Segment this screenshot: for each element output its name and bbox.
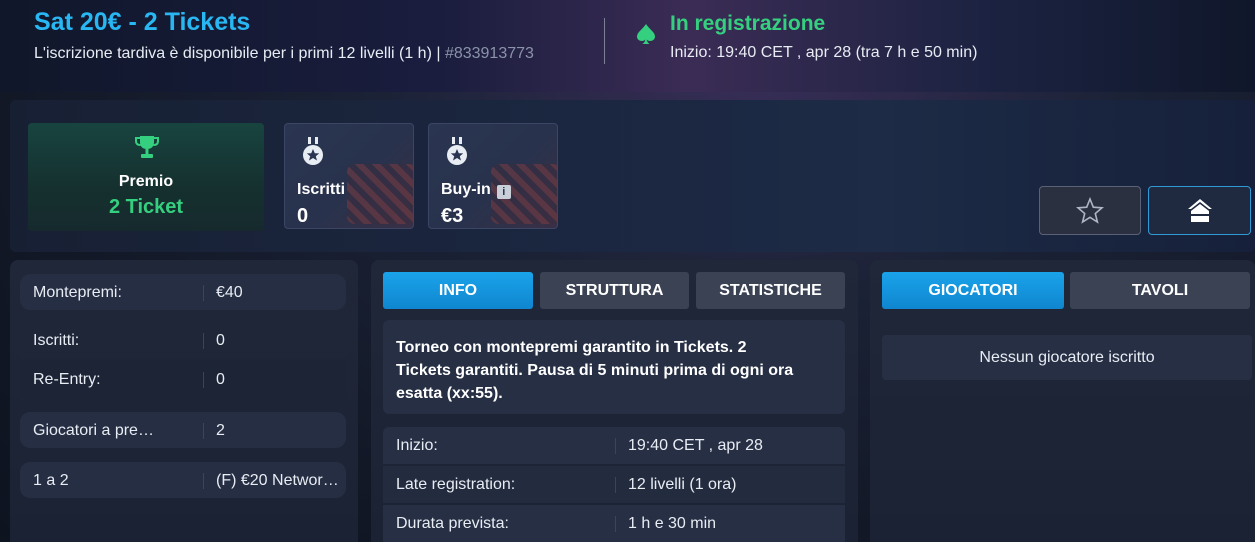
favorite-button[interactable]: [1039, 186, 1141, 235]
prize-label: Premio: [118, 173, 174, 190]
medal-icon: [447, 137, 467, 165]
spade-icon: [637, 24, 655, 44]
tournament-header: Sat 20€ - 2 Tickets L'iscrizione tardiva…: [0, 0, 1255, 92]
info-row: Late registration: 12 livelli (1 ora): [383, 466, 845, 503]
row-separator: [203, 285, 204, 301]
row-separator: [615, 516, 616, 532]
start-time: Inizio: 19:40 CET , apr 28 (tra 7 h e 50…: [670, 44, 978, 61]
card-decoration: [347, 164, 413, 224]
empty-players-message: Nessun giocatore iscritto: [882, 335, 1252, 380]
detail-row: Montepremi: €40: [20, 274, 346, 310]
info-label: Inizio:: [396, 437, 438, 454]
info-row: Inizio: 19:40 CET , apr 28: [383, 427, 845, 464]
tab-info[interactable]: INFO: [383, 272, 533, 309]
detail-value: 0: [216, 371, 225, 388]
detail-row: Iscritti: 0: [20, 322, 346, 358]
medal-icon: [303, 137, 323, 165]
star-icon: [1076, 196, 1104, 224]
tournament-description: Torneo con montepremi garantito in Ticke…: [396, 339, 794, 402]
detail-value: 2: [216, 422, 225, 439]
prize-value: 2 Ticket: [108, 196, 184, 218]
late-registration-text: L'iscrizione tardiva è disponibile per i…: [34, 45, 445, 62]
detail-row: Giocatori a pre… 2: [20, 412, 346, 448]
detail-value: 0: [216, 332, 225, 349]
home-icon: [1187, 198, 1212, 222]
detail-label: Giocatori a pre…: [33, 422, 154, 439]
row-separator: [615, 477, 616, 493]
detail-value: €40: [216, 284, 243, 301]
row-separator: [615, 438, 616, 454]
tournament-title: Sat 20€ - 2 Tickets: [34, 8, 251, 36]
buyin-label: Buy-in i: [441, 181, 511, 199]
registration-status: In registrazione: [670, 12, 826, 35]
info-value: 12 livelli (1 ora): [628, 476, 737, 493]
trophy-icon: [135, 136, 159, 158]
late-registration-note: L'iscrizione tardiva è disponibile per i…: [34, 45, 534, 63]
info-row: Durata prevista: 1 h e 30 min: [383, 505, 845, 542]
prize-position-row: 1 a 2 (F) €20 Networ…: [20, 462, 346, 498]
lobby-home-button[interactable]: [1148, 186, 1251, 235]
header-divider: [604, 18, 605, 64]
buyin-card: Buy-in i €3: [428, 123, 558, 229]
detail-label: Montepremi:: [33, 284, 122, 301]
buyin-value: €3: [441, 205, 464, 227]
description-box: Torneo con montepremi garantito in Ticke…: [383, 320, 845, 414]
info-label: Late registration:: [396, 476, 516, 493]
detail-label: Re-Entry:: [33, 371, 101, 388]
tab-statistiche[interactable]: STATISTICHE: [696, 272, 845, 309]
prize-card: Premio 2 Ticket: [28, 123, 264, 231]
row-separator: [203, 372, 204, 388]
tab-struttura[interactable]: STRUTTURA: [540, 272, 689, 309]
entrants-value: 0: [297, 205, 309, 227]
position-prize: (F) €20 Networ…: [216, 472, 339, 489]
info-value: 19:40 CET , apr 28: [628, 437, 763, 454]
tournament-id: #833913773: [444, 45, 534, 62]
row-separator: [203, 333, 204, 349]
detail-row: Re-Entry: 0: [20, 361, 346, 397]
entrants-label: Iscritti: [297, 181, 346, 198]
buyin-label-text: Buy-in: [441, 181, 491, 198]
info-value: 1 h e 30 min: [628, 515, 717, 532]
tab-tavoli[interactable]: TAVOLI: [1070, 272, 1250, 309]
info-label: Durata prevista:: [396, 515, 509, 532]
position-range: 1 a 2: [33, 472, 69, 489]
row-separator: [203, 473, 204, 489]
info-icon[interactable]: i: [496, 185, 511, 199]
entrants-card: Iscritti 0: [284, 123, 414, 229]
tab-giocatori[interactable]: GIOCATORI: [882, 272, 1064, 309]
row-separator: [203, 423, 204, 439]
detail-label: Iscritti:: [33, 332, 80, 349]
